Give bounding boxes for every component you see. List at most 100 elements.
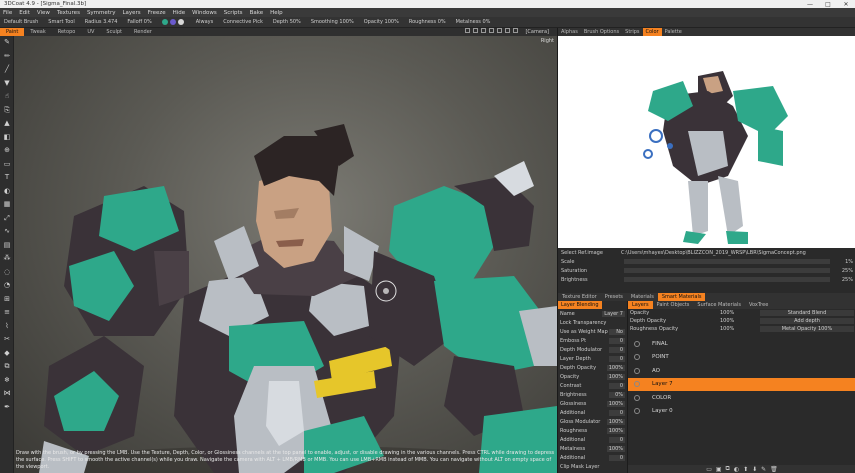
sharpen-icon[interactable]: ◆	[2, 349, 12, 358]
blending-row[interactable]: Opacity 100%	[558, 372, 627, 381]
menu-file[interactable]: File	[3, 10, 12, 16]
mode-dropdown[interactable]: Always	[196, 19, 214, 25]
pattern-icon[interactable]: ▦	[2, 200, 12, 209]
tab-presets[interactable]: Presets	[601, 293, 627, 301]
menu-layers[interactable]: Layers	[122, 10, 140, 16]
text-icon[interactable]: T	[2, 173, 12, 182]
visibility-eye-icon[interactable]	[634, 394, 640, 401]
view-fit-icon[interactable]	[513, 28, 519, 33]
blending-row[interactable]: Gloss Modulator 100%	[558, 417, 627, 426]
mask-layer-icon[interactable]: ◐	[734, 466, 739, 473]
layer-row[interactable]: COLOR	[628, 391, 855, 405]
blending-row[interactable]: Lock Transparency	[558, 318, 627, 327]
color-swatches[interactable]	[161, 18, 186, 26]
ref-brightness-row[interactable]: Brightness 25%	[558, 275, 855, 284]
blending-row-value[interactable]: 0	[609, 337, 625, 344]
duplicate-layer-icon[interactable]: ▣	[716, 466, 722, 473]
delete-layer-icon[interactable]: 🗑	[770, 466, 778, 473]
brush-icon[interactable]: ✎	[2, 38, 12, 47]
blending-row[interactable]: Layer Depth 0	[558, 354, 627, 363]
layer-row[interactable]: AO	[628, 364, 855, 378]
blending-row[interactable]: Brightness 0%	[558, 390, 627, 399]
maximize-button[interactable]: □	[819, 1, 837, 8]
tab-tweak[interactable]: Tweak	[24, 28, 51, 36]
sphere-icon[interactable]	[177, 18, 184, 25]
visibility-eye-icon[interactable]	[634, 408, 640, 415]
copy-layer-icon[interactable]: ⧉	[726, 465, 730, 473]
move-down-icon[interactable]: ⬇	[752, 466, 757, 473]
view-light-icon[interactable]	[481, 28, 487, 33]
blending-row-value[interactable]: 0%	[609, 391, 625, 398]
blending-row[interactable]: Glossiness 100%	[558, 399, 627, 408]
layer-roughness-row[interactable]: Roughness Opacity 100% Metal Opacity 100…	[628, 325, 855, 333]
layer-icon[interactable]: ≡	[2, 308, 12, 317]
layer-opacity-value[interactable]: 100%	[720, 310, 760, 316]
view-rotate-icon[interactable]	[497, 28, 503, 33]
blending-row-value[interactable]: 100%	[606, 364, 625, 371]
clone-icon[interactable]: ⎘	[2, 106, 12, 115]
blending-row-value[interactable]: 100%	[606, 400, 625, 407]
tab-strips[interactable]: Strips	[622, 28, 642, 36]
close-button[interactable]: ✕	[837, 1, 855, 8]
line-icon[interactable]: ╱	[2, 65, 12, 74]
tab-palette[interactable]: Palette	[662, 28, 685, 36]
pencil-icon[interactable]: ✏	[2, 52, 12, 61]
smart-tool-toggle[interactable]: Smart Tool	[48, 19, 74, 25]
view-pan-icon[interactable]	[489, 28, 495, 33]
radius-field[interactable]: Radius 3.474	[85, 19, 118, 25]
roughness-field[interactable]: Roughness 0%	[409, 19, 446, 25]
layer-row[interactable]: FINAL	[628, 337, 855, 351]
blending-row-value[interactable]: 100%	[606, 418, 625, 425]
metalness-field[interactable]: Metalness 0%	[456, 19, 491, 25]
visibility-eye-icon[interactable]	[634, 367, 640, 374]
blending-row-value[interactable]: 0	[609, 454, 625, 461]
tab-layers[interactable]: Layers	[628, 301, 653, 309]
visibility-eye-icon[interactable]	[634, 381, 640, 388]
menu-scripts[interactable]: Scripts	[224, 10, 243, 16]
tab-layer-blending[interactable]: Layer Blending	[558, 301, 602, 309]
tab-paint[interactable]: Paint	[0, 28, 25, 36]
freeze-icon[interactable]: ❄	[2, 376, 12, 385]
falloff-field[interactable]: Falloff 0%	[127, 19, 151, 25]
edit-layer-icon[interactable]: ✎	[761, 466, 766, 473]
blending-row-value[interactable]: 0	[609, 355, 625, 362]
select-icon[interactable]: ▭	[2, 160, 12, 169]
minimize-button[interactable]: —	[801, 1, 819, 8]
fade-icon[interactable]: ◔	[2, 281, 12, 290]
primary-color-icon[interactable]	[161, 18, 168, 25]
stamp-icon[interactable]: ▲	[2, 119, 12, 128]
menu-bake[interactable]: Bake	[250, 10, 264, 16]
menu-windows[interactable]: Windows	[192, 10, 217, 16]
cut-icon[interactable]: ✂	[2, 335, 12, 344]
tab-paint-objects[interactable]: Paint Objects	[653, 301, 694, 309]
picker-icon[interactable]: ⊕	[2, 146, 12, 155]
gradient-icon[interactable]: ▤	[2, 241, 12, 250]
menu-view[interactable]: View	[37, 10, 50, 16]
menu-freeze[interactable]: Freeze	[148, 10, 166, 16]
menu-edit[interactable]: Edit	[19, 10, 30, 16]
blending-row-value[interactable]: 0	[609, 382, 625, 389]
transform-icon[interactable]: ⤢	[2, 214, 12, 223]
metal-opacity-field[interactable]: Metal Opacity 100%	[760, 326, 854, 332]
layer-row[interactable]: Layer 0	[628, 405, 855, 419]
eraser-icon[interactable]: ◧	[2, 133, 12, 142]
blending-row[interactable]: Clip Mask Layer	[558, 462, 627, 471]
fill-icon[interactable]: ▼	[2, 79, 12, 88]
blending-row[interactable]: Depth Opacity 100%	[558, 363, 627, 372]
opacity-field[interactable]: Opacity 100%	[364, 19, 399, 25]
reference-image[interactable]	[558, 36, 855, 248]
blending-row[interactable]: Use as Weight Map No	[558, 327, 627, 336]
view-zoom-icon[interactable]	[505, 28, 511, 33]
blur-icon[interactable]: ◌	[2, 268, 12, 277]
tab-smart-materials[interactable]: Smart Materials	[657, 293, 706, 301]
blending-row[interactable]: Additional 0	[558, 453, 627, 462]
layer-depth-opacity-row[interactable]: Depth Opacity 100% Add depth	[628, 317, 855, 325]
blending-row-value[interactable]: Layer 7	[602, 310, 625, 317]
stroke-icon[interactable]: ⌇	[2, 322, 12, 331]
ref-scale-row[interactable]: Scale 1%	[558, 257, 855, 266]
ref-saturation-row[interactable]: Saturation 25%	[558, 266, 855, 275]
tab-retopo[interactable]: Retopo	[52, 28, 82, 36]
pen-icon[interactable]: ✒	[2, 403, 12, 412]
roughness-opacity-value[interactable]: 100%	[720, 326, 760, 332]
menu-hide[interactable]: Hide	[173, 10, 186, 16]
